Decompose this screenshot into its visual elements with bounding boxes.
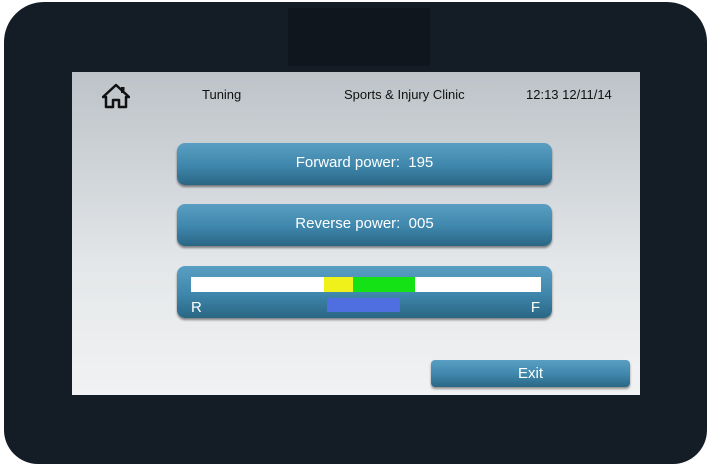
meter-right-label: F <box>530 299 540 316</box>
datetime: 12:13 12/11/14 <box>526 87 612 102</box>
forward-power-display: Forward power: 195 <box>177 143 552 185</box>
page-title: Tuning <box>202 87 242 102</box>
meter-yellow-segment <box>324 277 353 292</box>
clinic-name: Sports & Injury Clinic <box>344 87 465 102</box>
meter-track <box>191 277 541 292</box>
touch-screen: Tuning Sports & Injury Clinic 12:13 12/1… <box>72 72 640 395</box>
home-icon[interactable] <box>101 83 131 109</box>
forward-power-label: Forward power: <box>295 154 400 171</box>
camera-housing <box>288 8 430 66</box>
meter-green-segment <box>353 277 415 292</box>
reverse-power-display: Reverse power: 005 <box>177 204 552 246</box>
exit-button[interactable]: Exit <box>431 360 630 387</box>
reverse-power-label: Reverse power: <box>295 215 401 232</box>
meter-left-label: R <box>191 299 202 316</box>
forward-power-value: 195 <box>408 154 434 171</box>
swr-meter: R F <box>177 266 552 318</box>
reverse-power-value: 005 <box>408 215 434 232</box>
meter-indicator <box>327 298 400 312</box>
